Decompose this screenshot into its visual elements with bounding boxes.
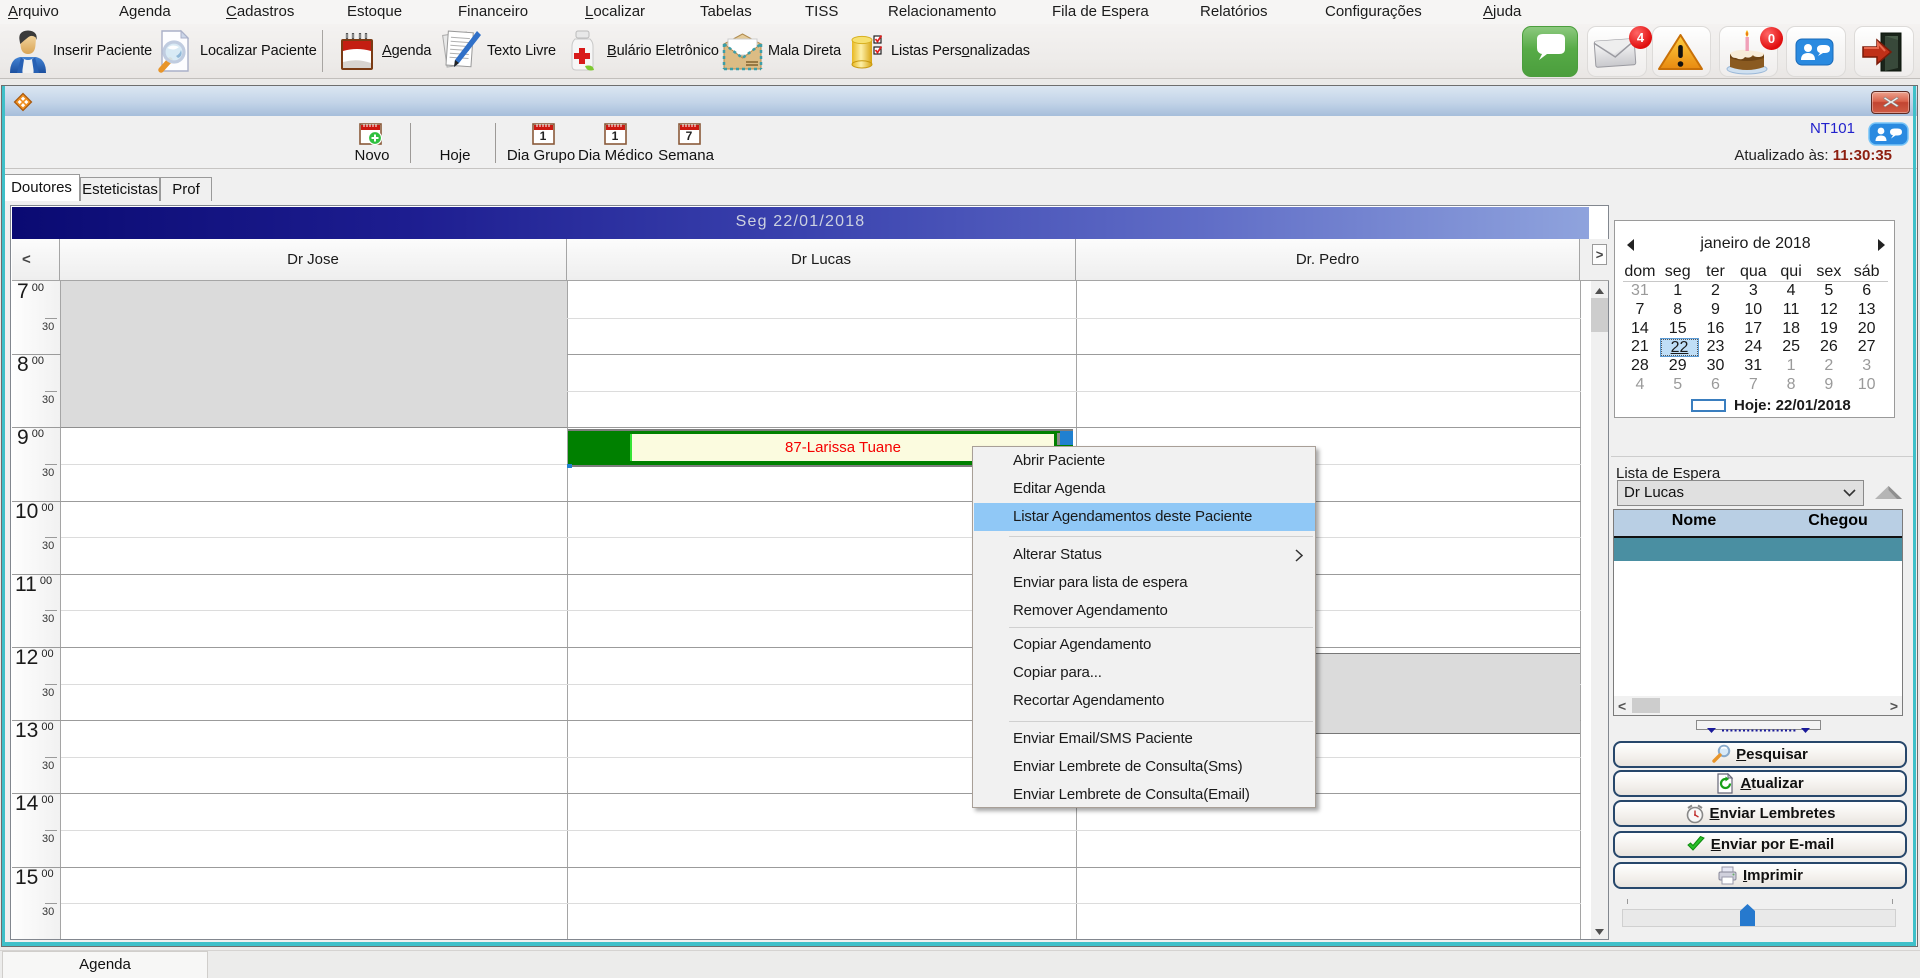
svg-text:1: 1 xyxy=(540,129,547,143)
svg-text:1: 1 xyxy=(612,129,619,143)
svg-text:7: 7 xyxy=(686,129,693,143)
